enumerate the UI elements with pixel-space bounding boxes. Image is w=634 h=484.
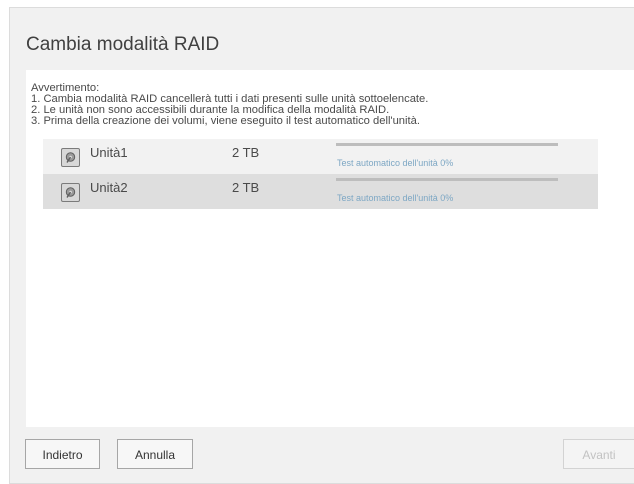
raid-mode-dialog: Cambia modalità RAID Avvertimento: 1. Ca…	[9, 7, 634, 484]
drive-size: 2 TB	[232, 180, 260, 195]
drive-name: Unità1	[90, 145, 128, 160]
back-button[interactable]: Indietro	[25, 439, 100, 469]
self-test-status: Test automatico dell'unità 0%	[337, 193, 454, 203]
self-test-status: Test automatico dell'unità 0%	[337, 158, 454, 168]
drive-list: Unità1 2 TB Test automatico dell'unità 0…	[43, 139, 598, 209]
drive-size: 2 TB	[232, 145, 260, 160]
self-test-progress-bar	[336, 143, 558, 146]
hard-drive-icon	[61, 148, 80, 167]
drive-row: Unità2 2 TB Test automatico dell'unità 0…	[43, 174, 598, 209]
warning-block: Avvertimento: 1. Cambia modalità RAID ca…	[31, 82, 428, 127]
drive-name: Unità2	[90, 180, 128, 195]
self-test-progress-bar	[336, 178, 558, 181]
dialog-content: Avvertimento: 1. Cambia modalità RAID ca…	[26, 70, 634, 427]
drive-row: Unità1 2 TB Test automatico dell'unità 0…	[43, 139, 598, 174]
warning-line-3: 3. Prima della creazione dei volumi, vie…	[31, 115, 420, 127]
dialog-title: Cambia modalità RAID	[26, 34, 220, 55]
hard-drive-icon	[61, 183, 80, 202]
cancel-button[interactable]: Annulla	[117, 439, 193, 469]
next-button[interactable]: Avanti	[563, 439, 634, 469]
